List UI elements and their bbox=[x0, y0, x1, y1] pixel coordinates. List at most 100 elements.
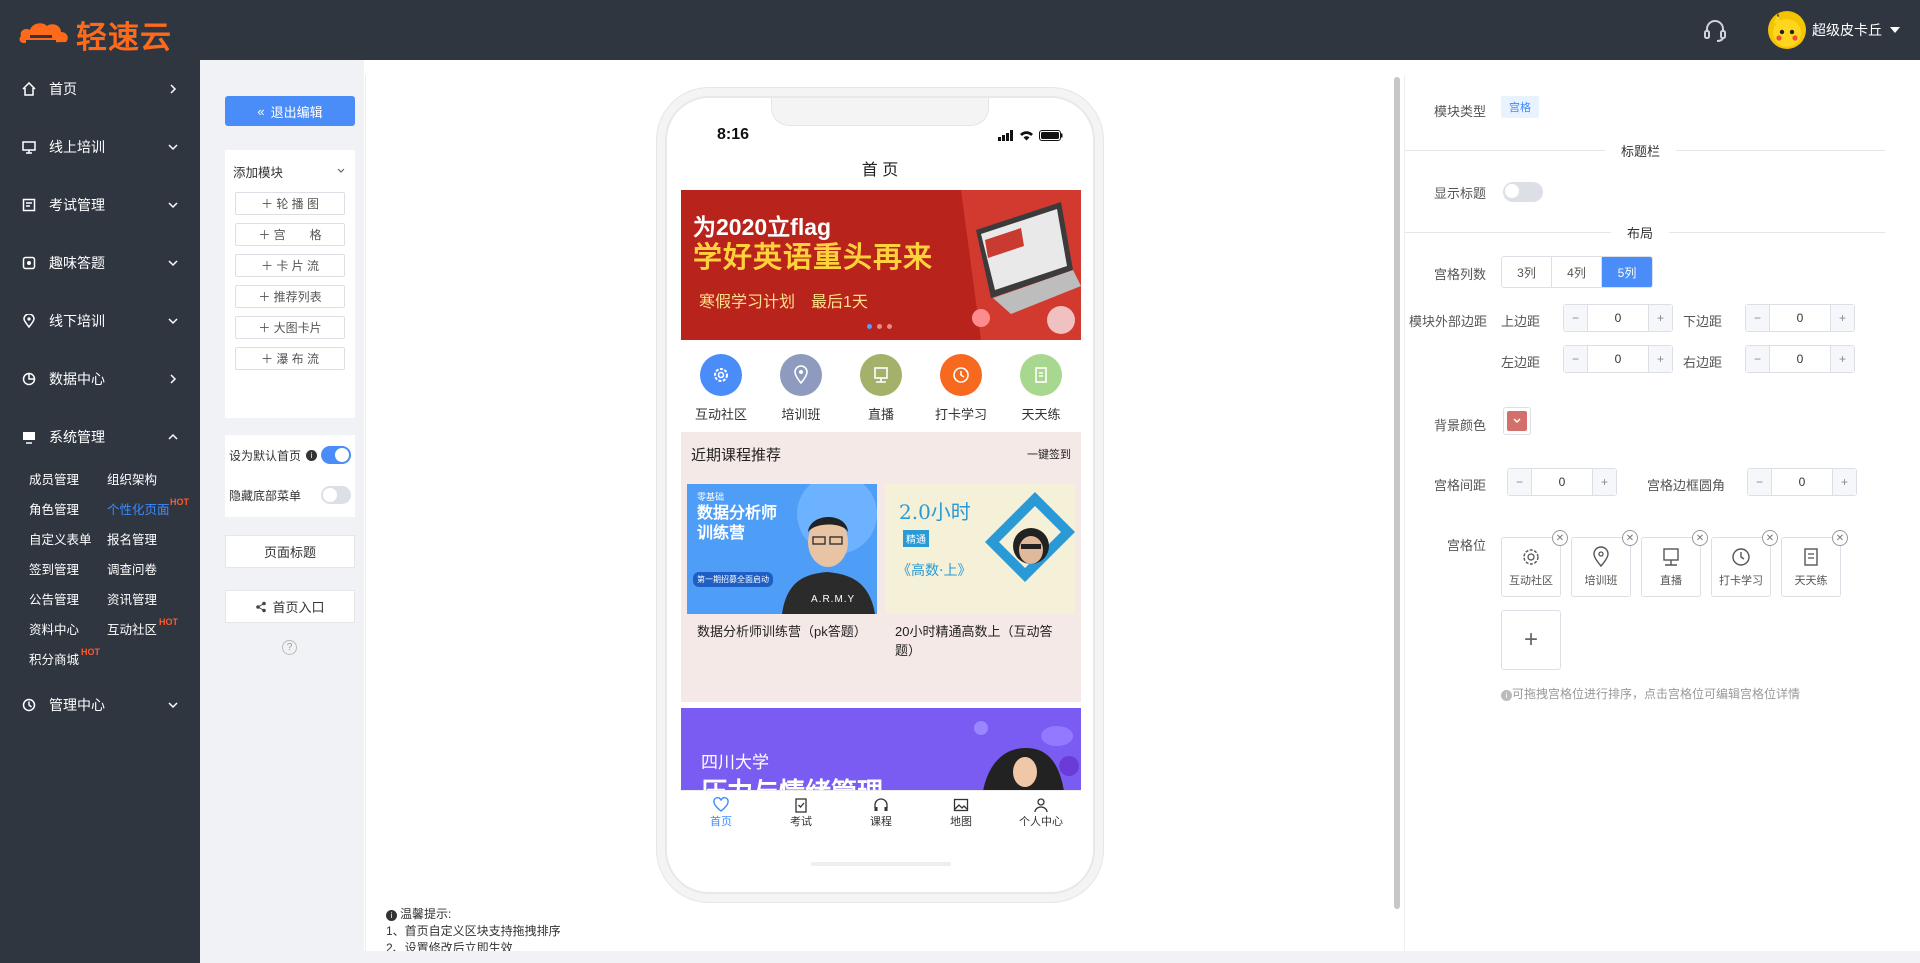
minus-button[interactable]: − bbox=[1748, 469, 1772, 495]
sub-item-custom-page[interactable]: 个性化页面 HOT bbox=[107, 497, 189, 520]
sub-item-news[interactable]: 资讯管理 bbox=[107, 590, 185, 610]
grid-item-class[interactable]: 培训班 bbox=[766, 354, 836, 430]
grid-item-practice[interactable]: 天天练 bbox=[1006, 354, 1076, 430]
grid-slot[interactable]: ✕ 打卡学习 bbox=[1711, 530, 1778, 597]
close-icon[interactable]: ✕ bbox=[1622, 530, 1638, 546]
bottom-margin-value[interactable]: 0 bbox=[1770, 311, 1830, 325]
tab-profile[interactable]: 个人中心 bbox=[1001, 791, 1081, 842]
plus-button[interactable]: + bbox=[1648, 305, 1672, 331]
top-margin-value[interactable]: 0 bbox=[1588, 311, 1648, 325]
add-big-card-button[interactable]: ＋ 大图卡片 bbox=[235, 316, 345, 339]
carousel-dot[interactable] bbox=[867, 324, 872, 329]
logo[interactable]: 轻速云 bbox=[18, 12, 172, 57]
sub-item-roles[interactable]: 角色管理 bbox=[29, 500, 107, 520]
minus-button[interactable]: − bbox=[1564, 305, 1588, 331]
sub-item-signup[interactable]: 报名管理 bbox=[107, 530, 185, 550]
grid-item-live[interactable]: 直播 bbox=[846, 354, 916, 430]
sub-item-forms[interactable]: 自定义表单 bbox=[29, 530, 107, 550]
admin-icon bbox=[20, 696, 38, 714]
grid-slot[interactable]: ✕ 天天练 bbox=[1781, 530, 1848, 597]
sub-item-resources[interactable]: 资料中心 bbox=[29, 620, 107, 640]
minus-button[interactable]: − bbox=[1746, 346, 1770, 372]
minus-button[interactable]: − bbox=[1508, 469, 1532, 495]
sidebar-item-system[interactable]: 系统管理 bbox=[0, 408, 200, 466]
close-icon[interactable]: ✕ bbox=[1832, 530, 1848, 546]
add-waterfall-button[interactable]: ＋ 瀑 布 流 bbox=[235, 347, 345, 370]
left-margin-value[interactable]: 0 bbox=[1588, 352, 1648, 366]
show-title-toggle[interactable] bbox=[1503, 182, 1543, 202]
tab-course[interactable]: 课程 bbox=[841, 791, 921, 842]
sidebar-item-admin[interactable]: 管理中心 bbox=[0, 676, 200, 734]
exit-edit-button[interactable]: « 退出编辑 bbox=[225, 96, 355, 126]
close-icon[interactable]: ✕ bbox=[1762, 530, 1778, 546]
headset-icon[interactable] bbox=[1702, 17, 1728, 43]
background-color-picker[interactable] bbox=[1503, 407, 1531, 435]
carousel-banner[interactable]: 为2020立flag 学好英语重头再来 寒假学习计划 最后1天 bbox=[681, 190, 1081, 340]
sub-item-org[interactable]: 组织架构 bbox=[107, 470, 185, 490]
add-grid-button[interactable]: ＋ 宫 格 bbox=[235, 223, 345, 246]
carousel-dot[interactable] bbox=[887, 324, 892, 329]
sub-item-checkin[interactable]: 签到管理 bbox=[29, 560, 107, 580]
grid-item-community[interactable]: 互动社区 bbox=[686, 354, 756, 430]
canvas-scrollbar[interactable] bbox=[1394, 77, 1400, 909]
chevron-down-icon[interactable] bbox=[1890, 27, 1900, 33]
grid-gap-value[interactable]: 0 bbox=[1532, 475, 1592, 489]
tab-exam[interactable]: 考试 bbox=[761, 791, 841, 842]
columns-5-option[interactable]: 5列 bbox=[1602, 257, 1652, 287]
sub-item-notice[interactable]: 公告管理 bbox=[29, 590, 107, 610]
grid-slot[interactable]: ✕ 互动社区 bbox=[1501, 530, 1568, 597]
columns-4-option[interactable]: 4列 bbox=[1552, 257, 1602, 287]
close-icon[interactable]: ✕ bbox=[1692, 530, 1708, 546]
sub-item-community[interactable]: 互动社区 HOT bbox=[107, 617, 185, 640]
right-margin-value[interactable]: 0 bbox=[1770, 352, 1830, 366]
grid-radius-value[interactable]: 0 bbox=[1772, 475, 1832, 489]
sidebar-item-online-training[interactable]: 线上培训 bbox=[0, 118, 200, 176]
sidebar-item-quiz[interactable]: 趣味答题 bbox=[0, 234, 200, 292]
sidebar-item-label: 系统管理 bbox=[49, 429, 105, 445]
one-click-checkin-link[interactable]: 一键签到 bbox=[1027, 446, 1071, 462]
help-icon[interactable]: ? bbox=[282, 640, 297, 655]
sub-item-points-mall[interactable]: 积分商城 HOT bbox=[29, 647, 107, 670]
hide-menu-toggle[interactable] bbox=[321, 486, 351, 504]
sidebar-item-exam[interactable]: 考试管理 bbox=[0, 176, 200, 234]
carousel-dot[interactable] bbox=[877, 324, 882, 329]
sub-item-members[interactable]: 成员管理 bbox=[29, 470, 107, 490]
add-card-flow-button[interactable]: ＋ 卡 片 流 bbox=[235, 254, 345, 277]
sub-item-label: 资料中心 bbox=[29, 623, 80, 637]
grid-item-label: 直播 bbox=[867, 407, 894, 422]
add-module-header[interactable]: 添加模块 bbox=[225, 150, 355, 192]
plus-button[interactable]: + bbox=[1592, 469, 1616, 495]
grid-slot[interactable]: ✕ 培训班 bbox=[1571, 530, 1638, 597]
page-title-button[interactable]: 页面标题 bbox=[225, 535, 355, 568]
grid-slot[interactable]: ✕ 直播 bbox=[1641, 530, 1708, 597]
add-module-label: 添加模块 bbox=[233, 165, 284, 180]
sidebar-item-offline-training[interactable]: 线下培训 bbox=[0, 292, 200, 350]
close-icon[interactable]: ✕ bbox=[1552, 530, 1568, 546]
columns-3-option[interactable]: 3列 bbox=[1502, 257, 1552, 287]
sidebar-item-home[interactable]: 首页 bbox=[0, 60, 200, 118]
tab-map[interactable]: 地图 bbox=[921, 791, 1001, 842]
sub-item-survey[interactable]: 调查问卷 bbox=[107, 560, 185, 580]
add-carousel-button[interactable]: ＋ 轮 播 图 bbox=[235, 192, 345, 215]
carousel-dots[interactable] bbox=[867, 324, 892, 329]
plus-button[interactable]: + bbox=[1832, 469, 1856, 495]
location-icon bbox=[1593, 546, 1609, 568]
add-slot-button[interactable]: + bbox=[1501, 610, 1561, 670]
avatar[interactable] bbox=[1768, 11, 1806, 49]
minus-button[interactable]: − bbox=[1564, 346, 1588, 372]
grid-item-checkin[interactable]: 打卡学习 bbox=[926, 354, 996, 430]
course-card[interactable]: 2.0小时 精通 《高数·上》 20小时精通高数上（互动答题） bbox=[885, 484, 1075, 692]
course-card[interactable]: 零基础 数据分析师训练营 第一期招募全面启动 A.R.M.Y 数据分析师训练营（… bbox=[687, 484, 877, 692]
clock-icon bbox=[1732, 548, 1750, 566]
username[interactable]: 超级皮卡丘 bbox=[1812, 20, 1882, 40]
add-recommend-list-button[interactable]: ＋ 推荐列表 bbox=[235, 285, 345, 308]
tab-home[interactable]: 首页 bbox=[681, 791, 761, 842]
plus-button[interactable]: + bbox=[1648, 346, 1672, 372]
sidebar-item-data-center[interactable]: 数据中心 bbox=[0, 350, 200, 408]
grid-radius-label: 宫格边框圆角 bbox=[1647, 478, 1726, 493]
default-home-toggle[interactable] bbox=[321, 446, 351, 464]
minus-button[interactable]: − bbox=[1746, 305, 1770, 331]
home-entry-button[interactable]: 首页入口 bbox=[225, 590, 355, 623]
plus-button[interactable]: + bbox=[1830, 346, 1854, 372]
plus-button[interactable]: + bbox=[1830, 305, 1854, 331]
